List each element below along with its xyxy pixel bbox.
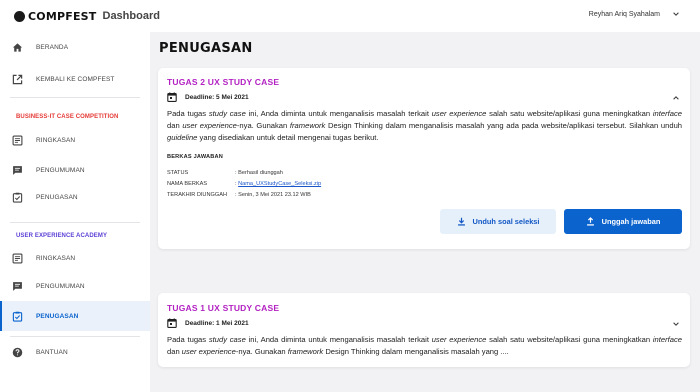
sidebar-item-label: PENUGASAN xyxy=(36,312,79,320)
sidebar-item-pengumuman-uxa[interactable]: PENGUMUMAN xyxy=(0,271,150,301)
calendar-icon xyxy=(167,318,177,328)
compfest-logo-icon xyxy=(14,10,25,22)
section-title-bitcc: BUSINESS-IT CASE COMPETITION xyxy=(16,114,119,120)
sidebar: BERANDA KEMBALI KE COMPFEST BUSINESS-IT … xyxy=(0,32,150,392)
assignment-icon xyxy=(12,311,23,322)
sidebar-item-ringkasan-uxa[interactable]: RINGKASAN xyxy=(0,243,150,273)
announcement-icon xyxy=(12,281,23,292)
task-deadline: Deadline: 5 Mei 2021 xyxy=(167,92,249,102)
sidebar-item-penugasan-bitcc[interactable]: PENUGASAN xyxy=(0,182,150,212)
download-brief-button[interactable]: Unduh soal seleksi xyxy=(440,209,556,234)
assignment-icon xyxy=(12,192,23,203)
submission-status-row: STATUS : Berhasil diunggah xyxy=(167,170,283,176)
sidebar-item-kembali[interactable]: KEMBALI KE COMPFEST xyxy=(0,64,150,94)
sidebar-item-label: KEMBALI KE COMPFEST xyxy=(36,75,115,83)
task-deadline: Deadline: 1 Mei 2021 xyxy=(167,318,249,328)
sidebar-divider xyxy=(10,97,140,98)
sidebar-divider xyxy=(10,222,140,223)
task-description: Pada tugas study case ini, Anda diminta … xyxy=(167,335,682,356)
section-title-uxa: USER EXPERIENCE ACADEMY xyxy=(16,233,108,239)
top-bar: COMPFEST Dashboard Reyhan Ariq Syahalam xyxy=(0,0,700,32)
task-title[interactable]: TUGAS 2 UX STUDY CASE xyxy=(167,77,279,87)
task-card: TUGAS 1 UX STUDY CASE Deadline: 1 Mei 20… xyxy=(158,293,690,367)
chevron-down-icon[interactable] xyxy=(672,10,680,18)
task-description: Pada tugas study case ini, Anda diminta … xyxy=(167,109,683,142)
sidebar-item-penugasan-uxa[interactable]: PENUGASAN xyxy=(0,301,150,331)
task-card: TUGAS 2 UX STUDY CASE Deadline: 5 Mei 20… xyxy=(158,68,690,249)
sidebar-item-label: RINGKASAN xyxy=(36,136,76,144)
chevron-up-icon[interactable] xyxy=(672,94,680,102)
file-link[interactable]: Nama_UXStudyCase_Seleksi.zip xyxy=(238,181,321,187)
home-icon xyxy=(12,42,23,53)
sidebar-item-pengumuman-bitcc[interactable]: PENGUMUMAN xyxy=(0,155,150,185)
submission-filename-row: NAMA BERKAS : Nama_UXStudyCase_Seleksi.z… xyxy=(167,181,322,187)
sidebar-item-label: PENGUMUMAN xyxy=(36,282,85,290)
upload-answer-button[interactable]: Unggah jawaban xyxy=(564,209,682,234)
upload-icon xyxy=(586,217,594,226)
sidebar-item-label: BANTUAN xyxy=(36,348,68,356)
sidebar-item-label: BERANDA xyxy=(36,43,69,51)
sidebar-item-bantuan[interactable]: BANTUAN xyxy=(0,337,150,367)
download-icon xyxy=(457,217,465,226)
task-title[interactable]: TUGAS 1 UX STUDY CASE xyxy=(167,303,279,313)
external-link-icon xyxy=(12,74,23,85)
deadline-text: Deadline: 1 Mei 2021 xyxy=(185,319,249,327)
sidebar-item-ringkasan-bitcc[interactable]: RINGKASAN xyxy=(0,125,150,155)
submission-uploaded-row: TERAKHIR DIUNGGAH : Senin, 3 Mei 2021 23… xyxy=(167,192,311,198)
calendar-icon xyxy=(167,92,177,102)
announcement-icon xyxy=(12,165,23,176)
sidebar-item-beranda[interactable]: BERANDA xyxy=(0,32,150,62)
submission-heading: BERKAS JAWABAN xyxy=(167,154,223,160)
deadline-text: Deadline: 5 Mei 2021 xyxy=(185,93,249,101)
help-icon xyxy=(12,347,23,358)
chevron-down-icon[interactable] xyxy=(672,320,680,328)
page-title: PENUGASAN xyxy=(159,41,253,56)
summary-icon xyxy=(12,253,23,264)
user-name[interactable]: Reyhan Ariq Syahalam xyxy=(589,11,660,18)
sidebar-item-label: PENGUMUMAN xyxy=(36,166,85,174)
brand-section: Dashboard xyxy=(102,10,160,22)
sidebar-item-label: PENUGASAN xyxy=(36,193,78,201)
brand-name: COMPFEST xyxy=(28,9,97,23)
sidebar-item-label: RINGKASAN xyxy=(36,254,76,262)
brand[interactable]: COMPFEST Dashboard xyxy=(14,10,160,23)
summary-icon xyxy=(12,135,23,146)
